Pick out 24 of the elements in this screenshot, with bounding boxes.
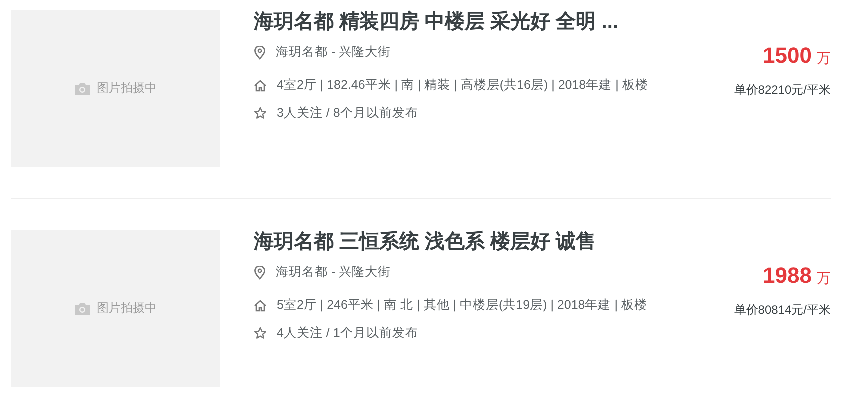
location-text[interactable]: 海玥名都 - 兴隆大街 xyxy=(276,44,392,61)
placeholder-text: 图片拍摄中 xyxy=(97,80,157,97)
placeholder-text: 图片拍摄中 xyxy=(97,300,157,317)
unit-price: 单价82210元/平米 xyxy=(734,82,831,99)
total-price: 1988 xyxy=(763,263,812,289)
follow-info: 3人关注 / 8个月以前发布 xyxy=(277,105,418,122)
total-price: 1500 xyxy=(763,43,812,69)
follow-info: 4人关注 / 1个月以前发布 xyxy=(277,325,418,342)
camera-icon xyxy=(74,82,91,96)
unit-price: 单价80814元/平米 xyxy=(734,302,831,319)
listing-title[interactable]: 海玥名都 三恒系统 浅色系 楼层好 诚售 xyxy=(254,230,721,254)
location-text[interactable]: 海玥名都 - 兴隆大街 xyxy=(276,264,392,281)
house-details: 5室2厅 | 246平米 | 南 北 | 其他 | 中楼层(共19层) | 2018年建 | 板楼 xyxy=(277,297,648,314)
star-icon xyxy=(254,107,267,120)
listing-title[interactable]: 海玥名都 精装四房 中楼层 采光好 全明 ... xyxy=(254,10,721,34)
location-pin-icon xyxy=(254,46,266,60)
house-icon xyxy=(254,300,267,312)
price-unit: 万 xyxy=(817,270,831,288)
price-unit: 万 xyxy=(817,50,831,68)
location-pin-icon xyxy=(254,266,266,280)
house-details: 4室2厅 | 182.46平米 | 南 | 精装 | 高楼层(共16层) | 2018年建 | 板楼 xyxy=(277,77,648,94)
star-icon xyxy=(254,327,267,340)
camera-icon xyxy=(74,302,91,316)
house-icon xyxy=(254,80,267,92)
